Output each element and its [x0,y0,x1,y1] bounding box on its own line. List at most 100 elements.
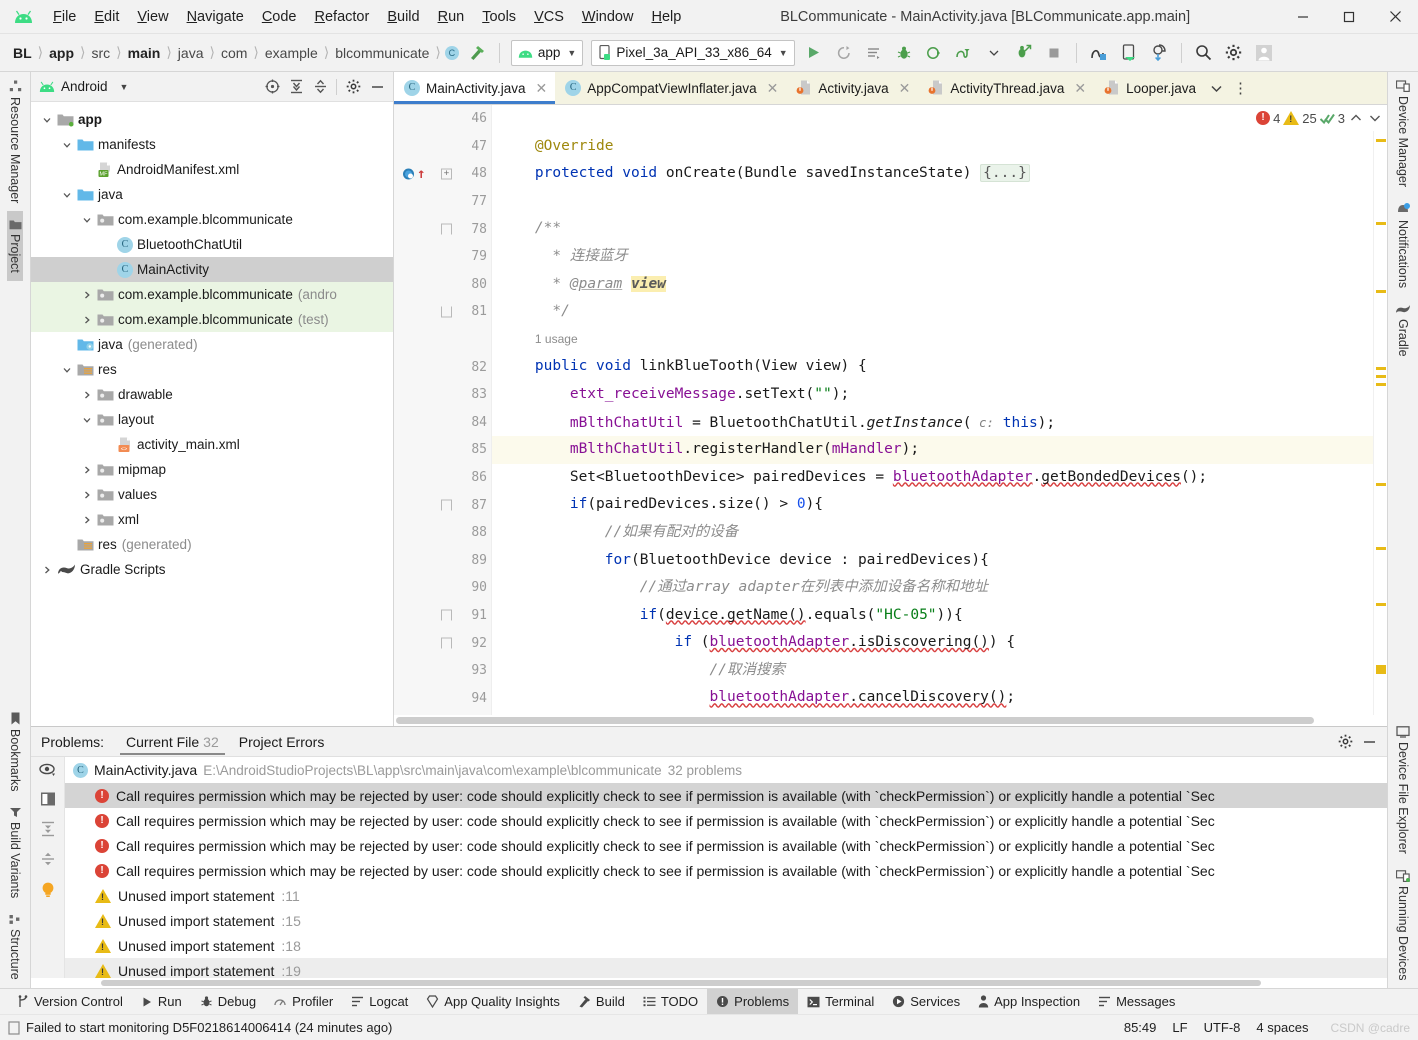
file-encoding[interactable]: UTF-8 [1204,1020,1241,1035]
tool-window-button-terminal[interactable]: Terminal [798,989,883,1015]
code-line[interactable]: //取消搜索 [492,657,1373,685]
close-button[interactable] [1372,0,1418,34]
tool-window-button-build[interactable]: Build [569,989,634,1015]
code-line[interactable]: bluetoothAdapter.cancelDiscovery(); [492,684,1373,712]
chevron-down-icon[interactable] [980,39,1008,67]
tree-node-res[interactable]: res (generated) [31,532,393,557]
tree-node-com-example-blcommunicate[interactable]: com.example.blcommunicate [31,207,393,232]
gutter-line[interactable]: ↑ +48 [394,160,491,188]
code-line[interactable]: if (bluetoothAdapter.isDiscovering()) { [492,629,1373,657]
gutter-line[interactable]: 77 [394,188,491,216]
warning-marker[interactable] [1376,603,1386,606]
sidebar-item-gradle[interactable]: Gradle [1394,296,1412,365]
chevron-down-icon[interactable] [59,365,75,375]
code-line[interactable]: for(BluetoothDevice device : pairedDevic… [492,547,1373,575]
tree-node-androidmanifest-xml[interactable]: MF AndroidManifest.xml [31,157,393,182]
tool-window-button-todo[interactable]: TODO [634,989,707,1015]
menu-navigate[interactable]: Navigate [178,6,253,28]
menu-code[interactable]: Code [253,6,306,28]
breadcrumb-example[interactable]: example [260,43,323,63]
chevron-down-icon[interactable] [39,115,55,125]
tree-node-java[interactable]: java [31,182,393,207]
editor-tab-mainactivity[interactable]: C MainActivity.java ✕ [394,72,556,104]
tool-window-button-debug[interactable]: Debug [191,989,265,1015]
stop-icon[interactable] [1040,39,1068,67]
profile-icon[interactable] [920,39,948,67]
menu-refactor[interactable]: Refactor [306,6,379,28]
chevron-down-icon[interactable] [59,140,75,150]
problems-file-node[interactable]: C MainActivity.java E:\AndroidStudioProjec… [65,757,1387,783]
tool-window-button-app-quality-insights[interactable]: App Quality Insights [417,989,569,1015]
code-line[interactable]: //通过array adapter在列表中添加设备名称和地址 [492,574,1373,602]
tab-project-errors[interactable]: Project Errors [229,729,335,755]
code-line[interactable]: if(device.getName().equals("HC-05")){ [492,602,1373,630]
chevron-right-icon[interactable] [79,490,95,500]
expand-fold-icon[interactable]: + [441,168,452,180]
menu-window[interactable]: Window [573,6,643,28]
breadcrumb-java[interactable]: java [173,43,209,63]
breadcrumb-bl[interactable]: BL [8,43,37,63]
tree-node-com-example-blcommunicate[interactable]: com.example.blcommunicate (andro [31,282,393,307]
code-line[interactable]: protected void onCreate(Bundle savedInst… [492,160,1373,188]
problems-horizontal-scrollbar[interactable] [31,978,1387,988]
gutter-line[interactable]: 92 [394,629,491,657]
menu-view[interactable]: View [128,6,177,28]
search-everywhere-icon[interactable] [1190,39,1218,67]
warning-marker[interactable] [1376,375,1386,378]
sidebar-item-device-manager[interactable]: Device Manager [1395,72,1411,195]
tool-window-button-messages[interactable]: Messages [1089,989,1184,1015]
gutter-line[interactable] [394,326,491,354]
chevron-right-icon[interactable] [79,515,95,525]
tool-window-button-services[interactable]: Services [883,989,969,1015]
sdk-manager-icon[interactable] [1085,39,1113,67]
code-line[interactable]: * @param view [492,271,1373,299]
warning-marker[interactable] [1376,290,1386,293]
debug-icon[interactable] [890,39,918,67]
sidebar-item-notifications[interactable]: Notifications [1395,195,1411,296]
inspection-marker-strip[interactable] [1373,105,1387,715]
settings-icon[interactable] [1220,39,1248,67]
preview-icon[interactable] [38,763,57,777]
gutter-line[interactable]: 81 [394,298,491,326]
editor-tab-bar[interactable]: C MainActivity.java ✕ C AppCompatViewInflate… [394,72,1387,105]
expand-all-icon[interactable] [40,821,56,837]
code-line[interactable]: */ [492,298,1373,326]
tree-node-manifests[interactable]: manifests [31,132,393,157]
tool-window-bar[interactable]: Version Control Run Debug Profiler Logcat App… [0,988,1418,1015]
problem-row[interactable]: ! Call requires permission which may be r… [65,858,1387,883]
code-line[interactable]: public void linkBlueTooth(View view) { [492,353,1373,381]
gutter-line[interactable]: 82 [394,353,491,381]
status-message[interactable]: Failed to start monitoring D5F0218614006… [26,1020,392,1035]
caret-position[interactable]: 85:49 [1124,1020,1157,1035]
menu-vcs[interactable]: VCS [525,6,573,28]
tree-node-java[interactable]: java (generated) [31,332,393,357]
tree-node-xml[interactable]: xml [31,507,393,532]
previous-problem-icon[interactable] [1348,113,1364,123]
sidebar-item-structure[interactable]: Structure [7,906,23,988]
problem-row[interactable]: ! Call requires permission which may be r… [65,783,1387,808]
chevron-right-icon[interactable] [79,465,95,475]
build-hammer-icon[interactable] [463,39,491,67]
warning-marker[interactable] [1376,383,1386,386]
attach-debugger-icon[interactable] [950,39,978,67]
close-tab-icon[interactable]: ✕ [536,80,548,97]
project-tree[interactable]: app manifests MF AndroidManifest.xml java com… [31,102,393,726]
editor-tab-activity[interactable]: Activity.java ✕ [786,72,918,104]
collapse-all-icon[interactable] [40,851,56,867]
menu-help[interactable]: Help [642,6,690,28]
gutter-line[interactable]: 89 [394,547,491,575]
scrollbar-thumb[interactable] [396,717,1314,724]
editor-tab-looper[interactable]: Looper.java [1094,72,1204,104]
gear-icon[interactable] [341,75,365,99]
gutter-line[interactable]: 91 [394,602,491,630]
menu-edit[interactable]: Edit [85,6,128,28]
close-tab-icon[interactable]: ✕ [1074,80,1086,97]
problem-row[interactable]: Unused import statement:15 [65,908,1387,933]
warning-marker[interactable] [1376,367,1386,370]
problem-row[interactable]: ! Call requires permission which may be r… [65,833,1387,858]
tree-node-layout[interactable]: layout [31,407,393,432]
gutter-line[interactable]: 79 [394,243,491,271]
tree-node-gradle-scripts[interactable]: Gradle Scripts [31,557,393,582]
tab-current-file[interactable]: Current File 32 [116,729,229,755]
code-line[interactable]: etxt_receiveMessage.setText(""); [492,381,1373,409]
